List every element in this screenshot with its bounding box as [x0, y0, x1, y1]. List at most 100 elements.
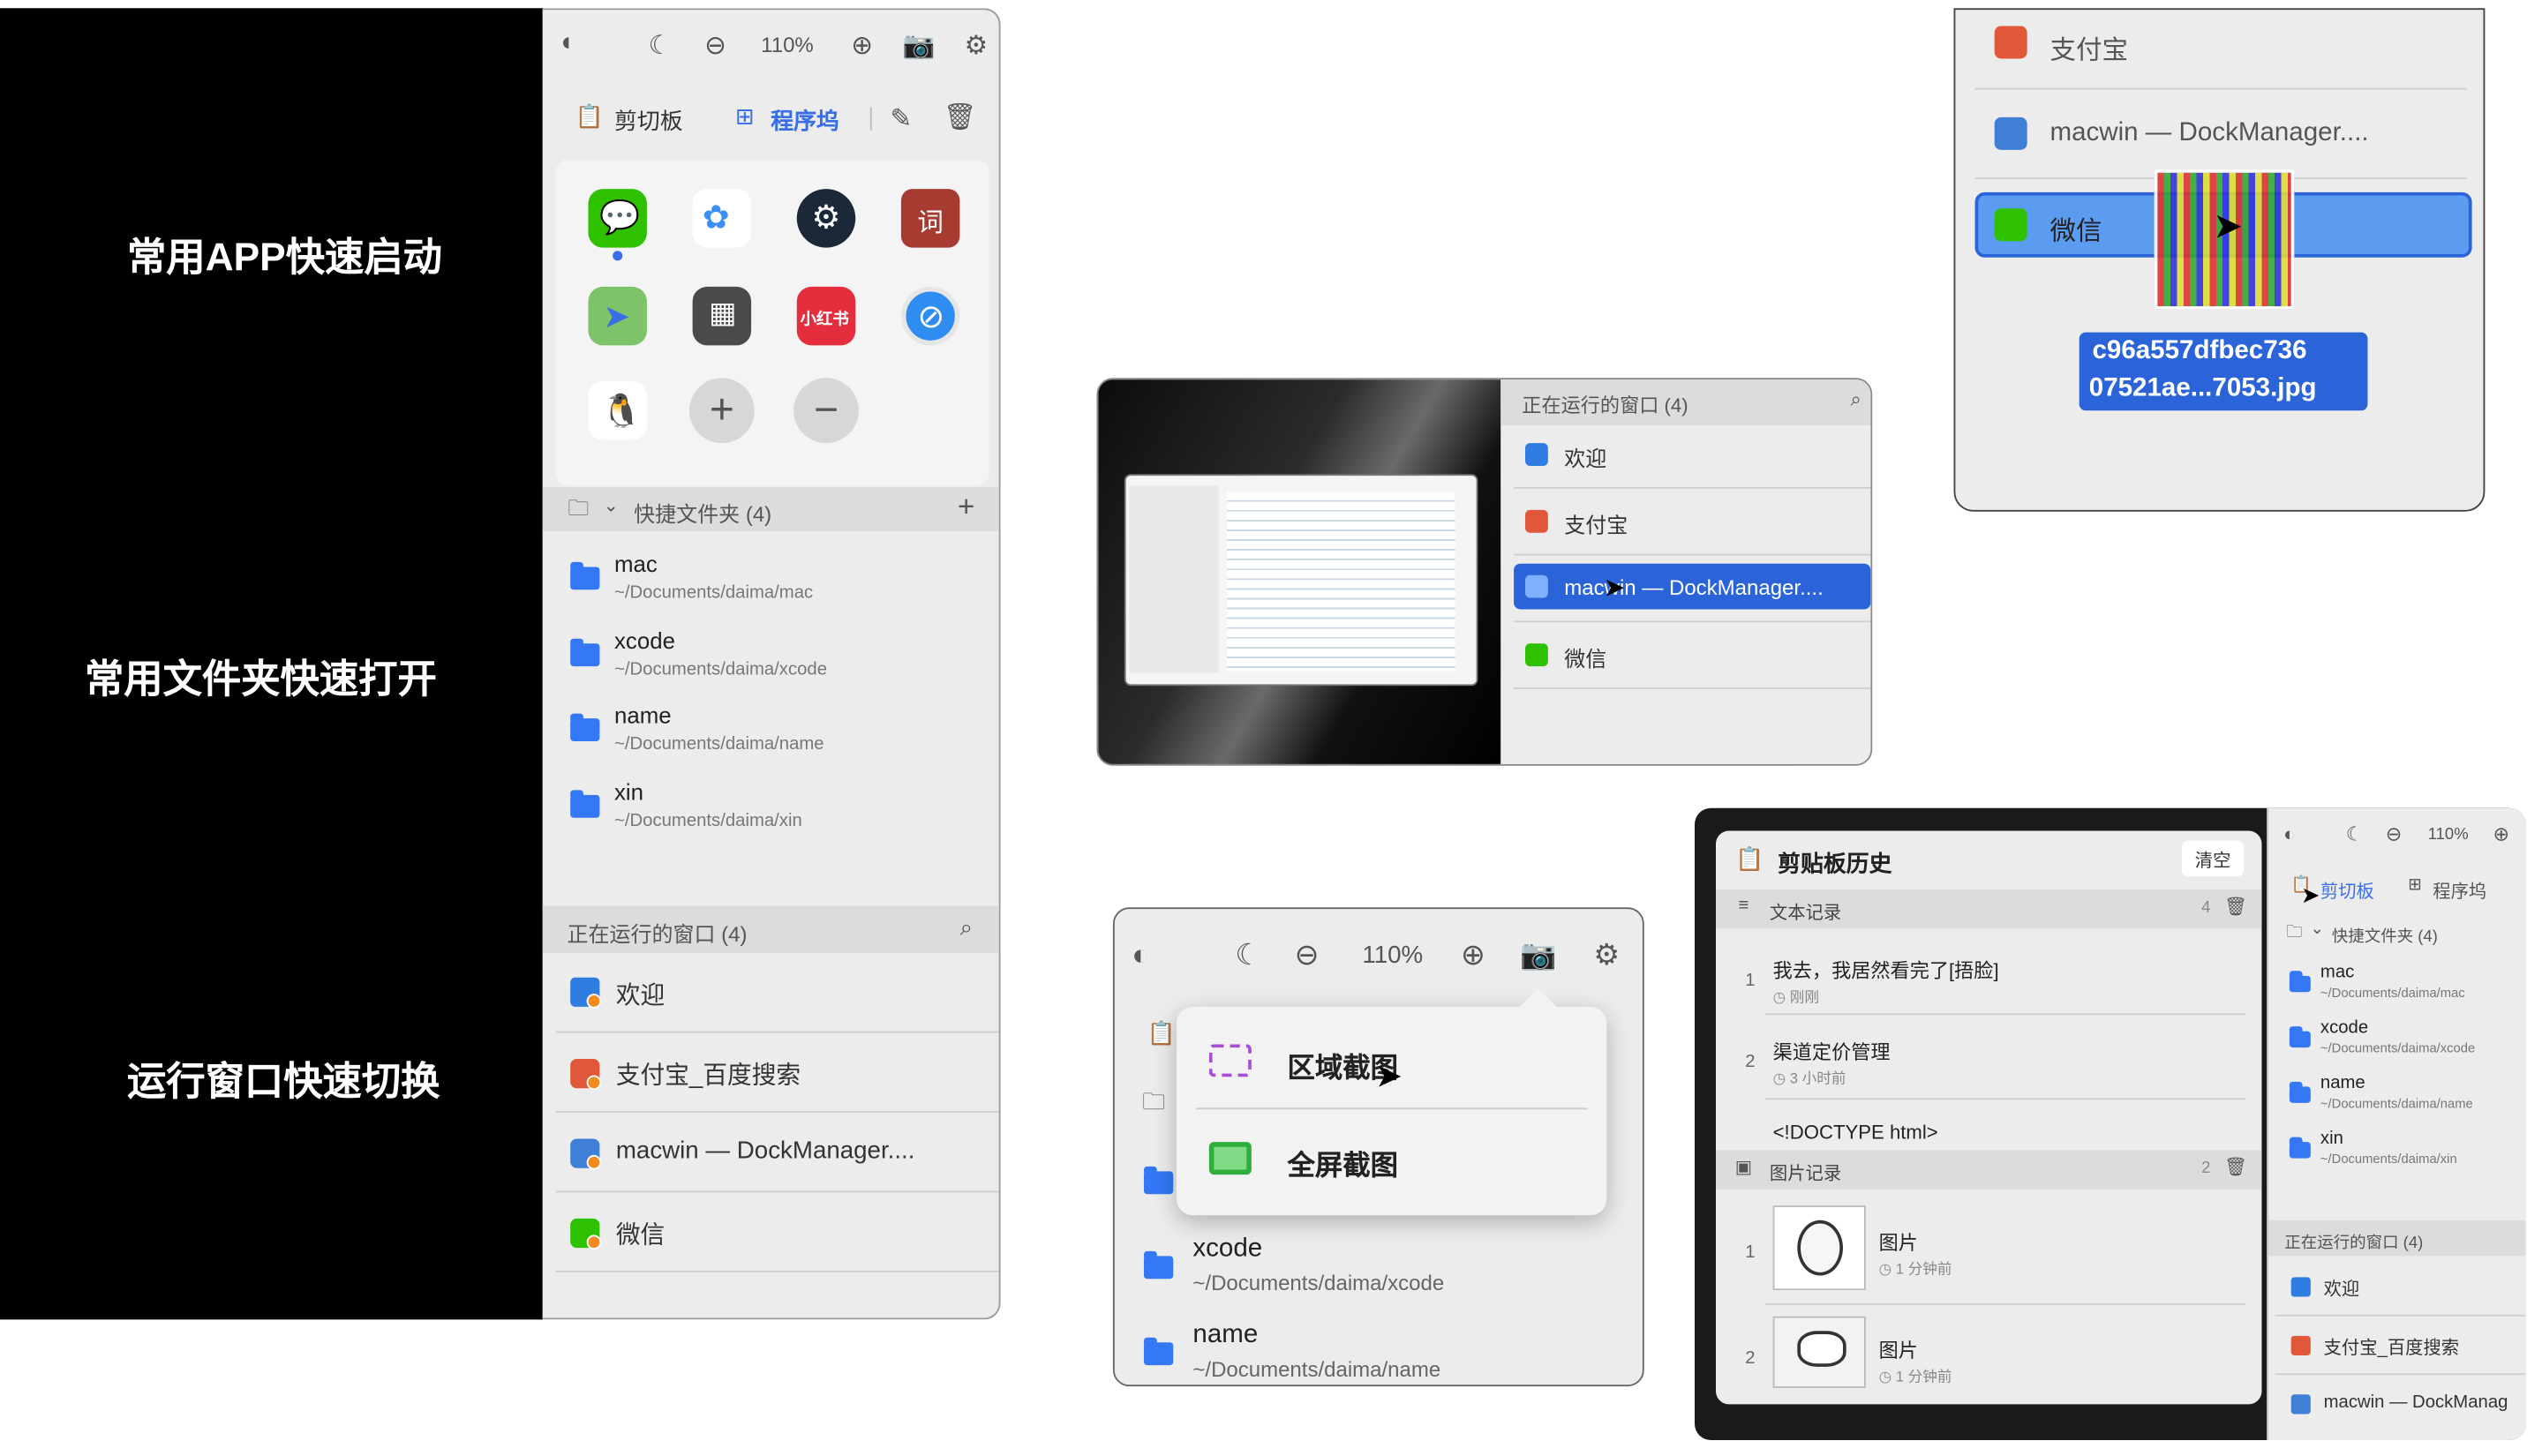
- record-text[interactable]: 图片: [1879, 1336, 1918, 1363]
- zoom-out-icon[interactable]: ⊖: [2382, 822, 2405, 845]
- xiaohongshu-app-icon[interactable]: 小红书: [796, 286, 856, 346]
- xcode-icon: [2290, 1394, 2311, 1415]
- record-text[interactable]: 渠道定价管理: [1773, 1038, 1891, 1065]
- grid-icon: ⊞: [2408, 876, 2422, 895]
- running-item-label[interactable]: 欢迎: [616, 978, 665, 1012]
- window-preview-thumbnail[interactable]: [1124, 474, 1478, 687]
- chevron-down-icon[interactable]: ⌄: [601, 495, 620, 516]
- record-text[interactable]: <!DOCTYPE html>: [1773, 1121, 1938, 1144]
- add-folder-icon[interactable]: +: [953, 491, 980, 525]
- running-item-label[interactable]: 微信: [2049, 208, 2102, 247]
- divider: [555, 1111, 999, 1113]
- dragged-file-name: c96a557dfbec736: [2092, 337, 2307, 365]
- zoom-in-icon[interactable]: ⊕: [1456, 938, 1489, 972]
- folder-name[interactable]: xcode: [1192, 1235, 1262, 1264]
- dictionary-app-icon[interactable]: 词: [900, 189, 960, 248]
- gear-icon[interactable]: ⚙: [1591, 938, 1623, 972]
- running-item-label[interactable]: 微信: [616, 1217, 665, 1251]
- chevron-down-icon[interactable]: ⌄: [2309, 920, 2325, 938]
- contrast-icon[interactable]: ◐: [1124, 938, 1157, 972]
- zoom-in-icon[interactable]: ⊕: [2490, 822, 2513, 845]
- record-index: 1: [1745, 971, 1756, 991]
- wechat-app-icon[interactable]: 💬: [588, 189, 647, 248]
- zoom-level: 110%: [761, 32, 814, 57]
- wechat-icon: [1525, 643, 1548, 667]
- zoom-out-icon[interactable]: ⊖: [1290, 938, 1323, 972]
- running-item-label[interactable]: 支付宝_百度搜索: [616, 1057, 801, 1092]
- running-item-label[interactable]: macwin — DockManag: [2324, 1392, 2508, 1412]
- running-item-label[interactable]: 欢迎: [2324, 1276, 2360, 1302]
- tab-programs[interactable]: 程序坞: [2433, 878, 2486, 904]
- contrast-icon[interactable]: ◐: [553, 29, 585, 58]
- record-text[interactable]: 图片: [1879, 1228, 1918, 1256]
- record-time: ◷ 1 分钟前: [1878, 1260, 1952, 1278]
- text-records-title: 文本记录: [1769, 904, 1842, 924]
- divider: [1764, 1098, 2246, 1100]
- pencil-icon[interactable]: ✎: [884, 102, 917, 135]
- running-item-label[interactable]: 支付宝: [2049, 27, 2128, 66]
- window-switcher-panel: 正在运行的窗口 (4) ⌕ 欢迎 支付宝 macwin — DockManage…: [1096, 378, 1873, 766]
- tab-clipboard[interactable]: 剪切板: [614, 104, 683, 137]
- folder-name[interactable]: mac: [614, 551, 658, 577]
- search-icon[interactable]: ⌕: [1845, 387, 1868, 412]
- camera-icon[interactable]: 📷: [1519, 938, 1558, 972]
- maps-app-icon[interactable]: ➤: [588, 286, 647, 346]
- moon-icon[interactable]: ☾: [643, 29, 676, 62]
- trash-icon[interactable]: 🗑: [944, 101, 977, 133]
- folder-icon: [1144, 1166, 1174, 1195]
- clipboard-icon: 📋: [1735, 845, 1764, 872]
- fullscreen-capture-option[interactable]: 全屏截图: [1287, 1142, 1398, 1182]
- image-thumbnail[interactable]: [1772, 1205, 1866, 1291]
- trash-icon[interactable]: 🗑: [2224, 896, 2247, 917]
- add-app-button[interactable]: +: [688, 378, 755, 444]
- folder-name[interactable]: mac: [2320, 963, 2354, 982]
- folder-icon: [1144, 1250, 1174, 1280]
- divider: [2275, 1373, 2526, 1376]
- running-dot: [613, 251, 623, 261]
- moon-icon[interactable]: ☾: [2343, 822, 2366, 845]
- gear-icon[interactable]: ⚙: [959, 29, 992, 62]
- zoom-out-icon[interactable]: ⊖: [699, 29, 732, 62]
- clipboard-history-window: 📋 剪贴板历史 清空 ≡ 文本记录 4 🗑 1 我去，我居然看完了[捂脸] ◷ …: [1716, 830, 2262, 1405]
- image-thumbnail[interactable]: [1772, 1316, 1866, 1388]
- contrast-icon[interactable]: ◐: [2278, 822, 2301, 845]
- tab-programs[interactable]: 程序坞: [771, 104, 839, 137]
- folder-name[interactable]: xcode: [2320, 1018, 2368, 1038]
- qq-app-icon[interactable]: 🐧: [588, 381, 647, 440]
- tab-divider: [869, 107, 872, 131]
- folder-name[interactable]: name: [2320, 1074, 2365, 1093]
- steam-app-icon[interactable]: ⚙: [796, 189, 856, 248]
- folder-name[interactable]: name: [1192, 1321, 1258, 1350]
- remove-app-button[interactable]: −: [793, 378, 859, 444]
- calculator-app-icon[interactable]: ▦: [692, 286, 752, 346]
- running-item-label[interactable]: macwin — DockManager....: [616, 1137, 915, 1165]
- running-item-label[interactable]: 支付宝: [1564, 508, 1628, 539]
- trash-icon[interactable]: 🗑: [2224, 1157, 2247, 1178]
- running-item-label[interactable]: 支付宝_百度搜索: [2324, 1334, 2459, 1361]
- moon-icon[interactable]: ☾: [1232, 938, 1265, 972]
- zoom-in-icon[interactable]: ⊕: [846, 29, 878, 62]
- baidu-netdisk-app-icon[interactable]: ✿: [692, 189, 752, 248]
- folder-name[interactable]: xin: [614, 778, 643, 805]
- folder-name[interactable]: xin: [2320, 1129, 2343, 1148]
- folder-path: ~/Documents/daima/name: [2320, 1096, 2473, 1112]
- cartoon-figure: [1797, 1331, 1846, 1367]
- mouse-cursor-icon: ➤: [1375, 1059, 1403, 1095]
- vscode-icon: [2290, 1277, 2311, 1297]
- folder-path: ~/Documents/daima/xcode: [614, 659, 828, 679]
- running-item-label[interactable]: macwin — DockManager....: [2049, 119, 2368, 148]
- image-records-count: 2: [2201, 1160, 2211, 1178]
- running-item-label[interactable]: 欢迎: [1564, 441, 1606, 472]
- tab-clipboard[interactable]: 剪切板: [2320, 878, 2374, 904]
- folder-name[interactable]: xcode: [614, 627, 675, 654]
- record-index: 2: [1745, 1348, 1756, 1369]
- camera-icon[interactable]: 📷: [901, 29, 937, 62]
- folder-icon: [1144, 1337, 1174, 1366]
- safari-app-icon[interactable]: ⊘: [900, 286, 960, 346]
- divider: [1514, 687, 1871, 689]
- folder-name[interactable]: name: [614, 702, 672, 729]
- record-text[interactable]: 我去，我居然看完了[捂脸]: [1773, 957, 1999, 984]
- search-icon[interactable]: ⌕: [953, 914, 980, 942]
- running-item-label[interactable]: 微信: [1564, 642, 1606, 672]
- folder-path: ~/Documents/daima/xin: [614, 811, 802, 831]
